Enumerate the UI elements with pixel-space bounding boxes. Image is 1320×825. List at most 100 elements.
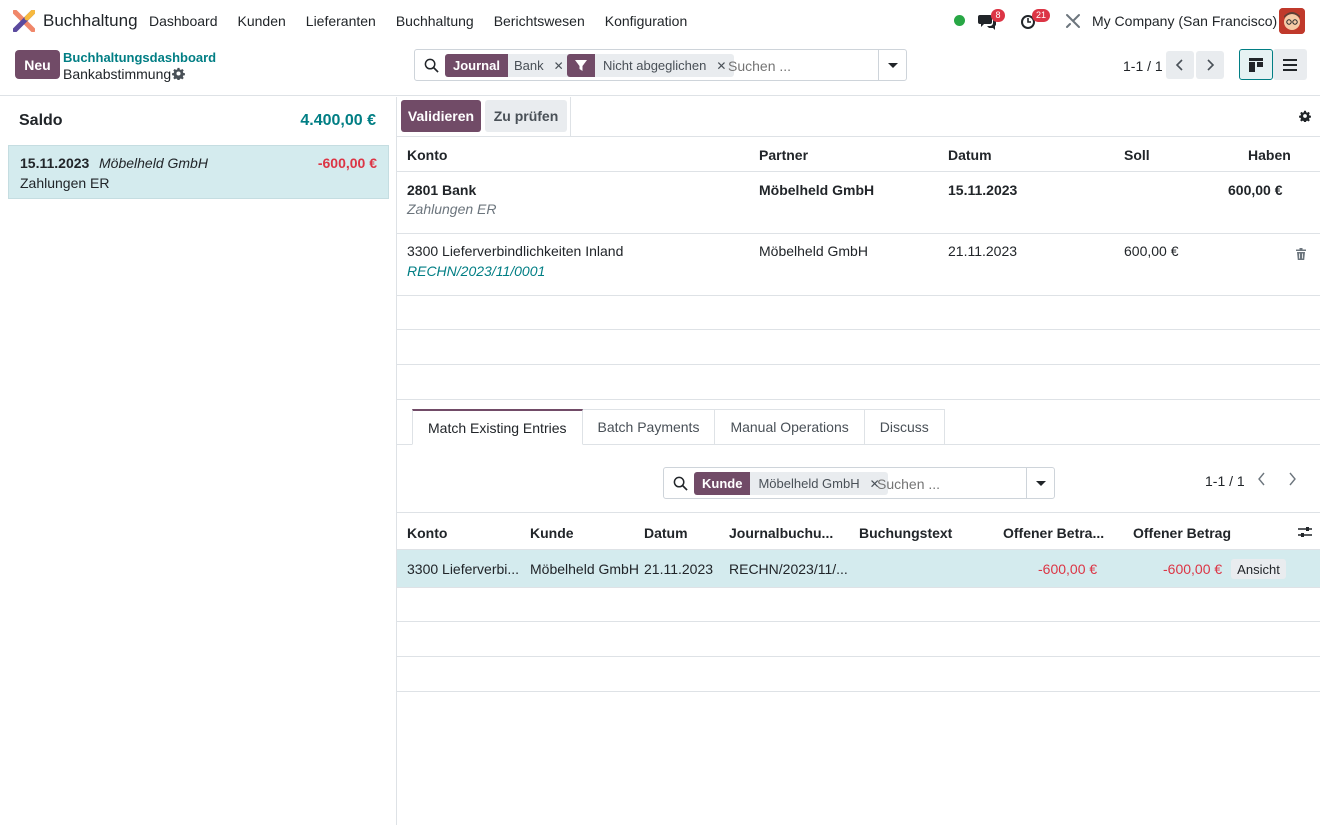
divider: [397, 621, 1320, 622]
app-name[interactable]: Buchhaltung: [43, 11, 138, 31]
facet-type-label: Journal: [445, 54, 508, 77]
match-pager-value[interactable]: 1-1 / 1: [1205, 473, 1245, 489]
row-customer[interactable]: Möbelheld GmbH: [530, 561, 639, 577]
notebook-tabs: Match Existing Entries Batch Payments Ma…: [412, 409, 945, 445]
line-partner[interactable]: Möbelheld GmbH: [759, 243, 868, 259]
chevron-left-icon: [1175, 59, 1183, 71]
search-facet-customer[interactable]: Kunde Möbelheld GmbH ✕: [694, 472, 888, 495]
column-header-konto[interactable]: Konto: [407, 525, 447, 541]
facet-value-label: Bank: [507, 54, 550, 77]
pager-previous-button[interactable]: [1166, 51, 1194, 79]
divider: [397, 691, 1320, 692]
facet-value-label: Möbelheld GmbH: [750, 472, 866, 495]
row-open-amount-2[interactable]: -600,00 €: [1163, 561, 1222, 577]
line-account[interactable]: 3300 Lieferverbindlichkeiten Inland: [407, 243, 623, 259]
search-facet-journal[interactable]: Journal Bank ✕: [445, 54, 572, 77]
column-header-open-amount-2[interactable]: Offener Betrag: [1133, 525, 1231, 541]
divider: [397, 399, 1320, 400]
filter-icon: [567, 54, 595, 77]
divider: [397, 295, 1320, 296]
statement-partner: Möbelheld GmbH: [99, 155, 208, 171]
line-date[interactable]: 21.11.2023: [948, 243, 1017, 259]
toolbar-divider: [570, 97, 571, 136]
column-header-konto: Konto: [407, 147, 448, 163]
divider: [397, 656, 1320, 657]
user-avatar[interactable]: [1279, 8, 1305, 34]
statement-label: Zahlungen ER: [20, 175, 110, 191]
accounting-app-icon[interactable]: [13, 10, 35, 32]
column-header-datum: Datum: [948, 147, 992, 163]
line-partner: Möbelheld GmbH: [759, 182, 875, 198]
column-header-booking-text[interactable]: Buchungstext: [859, 525, 952, 541]
facet-type-label: Kunde: [694, 472, 751, 495]
row-account[interactable]: 3300 Lieferverbi...: [407, 561, 519, 577]
statement-lines-panel: Saldo 4.400,00 € 15.11.2023 Möbelheld Gm…: [0, 97, 397, 825]
menu-item-buchhaltung[interactable]: Buchhaltung: [396, 13, 474, 29]
statement-amount: -600,00 €: [317, 155, 377, 171]
statement-line-card[interactable]: 15.11.2023 Möbelheld GmbH -600,00 € Zahl…: [8, 145, 389, 199]
optional-columns-icon[interactable]: [1298, 525, 1312, 539]
messages-count-badge: 8: [991, 9, 1005, 22]
column-header-soll: Soll: [1124, 147, 1150, 163]
activities-count-badge: 21: [1032, 9, 1051, 22]
chevron-left-icon[interactable]: [1257, 472, 1267, 486]
search-facet-filter[interactable]: Nicht abgeglichen ✕: [567, 54, 735, 77]
search-options-toggle[interactable]: [1026, 468, 1054, 498]
column-header-kunde[interactable]: Kunde: [530, 525, 574, 541]
row-open-amount-1[interactable]: -600,00 €: [1038, 561, 1097, 577]
kanban-view-button[interactable]: [1239, 49, 1273, 80]
search-options-toggle[interactable]: [878, 50, 906, 80]
search-icon: [673, 476, 688, 491]
view-button[interactable]: Ansicht: [1231, 559, 1286, 579]
column-header-partner: Partner: [759, 147, 809, 163]
gear-icon[interactable]: [172, 67, 185, 80]
divider: [397, 171, 1320, 172]
column-header-haben: Haben: [1248, 147, 1291, 163]
online-status-indicator: [954, 15, 965, 26]
settings-gear-icon[interactable]: [1299, 110, 1311, 122]
menu-item-dashboard[interactable]: Dashboard: [149, 13, 218, 29]
menu-item-kunden[interactable]: Kunden: [238, 13, 286, 29]
column-header-open-amount-1[interactable]: Offener Betra...: [1003, 525, 1104, 541]
line-credit: 600,00 €: [1228, 182, 1283, 198]
line-label: Zahlungen ER: [407, 201, 497, 217]
line-date: 15.11.2023: [948, 182, 1018, 198]
divider: [397, 512, 1320, 513]
list-view-button[interactable]: [1273, 49, 1307, 80]
chevron-right-icon[interactable]: [1287, 472, 1297, 486]
line-debit[interactable]: 600,00 €: [1124, 243, 1179, 259]
row-journal-entry[interactable]: RECHN/2023/11/...: [729, 561, 848, 577]
to-check-button[interactable]: Zu prüfen: [485, 100, 567, 132]
divider: [397, 233, 1320, 234]
tab-manual-operations[interactable]: Manual Operations: [715, 409, 865, 445]
search-input[interactable]: [728, 56, 878, 76]
column-header-journal-entry[interactable]: Journalbuchu...: [729, 525, 833, 541]
menu-item-konfiguration[interactable]: Konfiguration: [605, 13, 688, 29]
column-header-datum[interactable]: Datum: [644, 525, 688, 541]
menu-item-berichtswesen[interactable]: Berichtswesen: [494, 13, 585, 29]
statement-date: 15.11.2023: [20, 155, 90, 171]
row-date[interactable]: 21.11.2023: [644, 561, 713, 577]
menu-item-lieferanten[interactable]: Lieferanten: [306, 13, 376, 29]
divider: [397, 587, 1320, 588]
match-search-bar[interactable]: Kunde Möbelheld GmbH ✕: [663, 467, 1055, 499]
match-search-input[interactable]: [877, 474, 1017, 494]
breadcrumb-parent-link[interactable]: Buchhaltungsdashboard: [63, 50, 216, 65]
tab-match-existing-entries[interactable]: Match Existing Entries: [412, 409, 583, 445]
new-button[interactable]: Neu: [15, 50, 60, 79]
company-switcher[interactable]: My Company (San Francisco): [1092, 13, 1277, 29]
line-reference-link[interactable]: RECHN/2023/11/0001: [407, 263, 545, 279]
divider: [397, 364, 1320, 365]
reconciliation-panel: Validieren Zu prüfen Konto Partner Datum…: [397, 97, 1320, 825]
pager-value[interactable]: 1-1 / 1: [1123, 58, 1163, 74]
balance-label: Saldo: [19, 112, 63, 129]
debug-tools-icon[interactable]: [1064, 12, 1082, 30]
main-menu: Dashboard Kunden Lieferanten Buchhaltung…: [149, 13, 707, 29]
trash-icon[interactable]: [1296, 248, 1306, 260]
pager-next-button[interactable]: [1196, 51, 1224, 79]
tab-batch-payments[interactable]: Batch Payments: [582, 409, 716, 445]
facet-value-label: Nicht abgeglichen: [595, 54, 713, 77]
validate-button[interactable]: Validieren: [401, 100, 481, 132]
tab-discuss[interactable]: Discuss: [864, 409, 945, 445]
search-bar[interactable]: Journal Bank ✕ Nicht abgeglichen ✕: [414, 49, 907, 81]
